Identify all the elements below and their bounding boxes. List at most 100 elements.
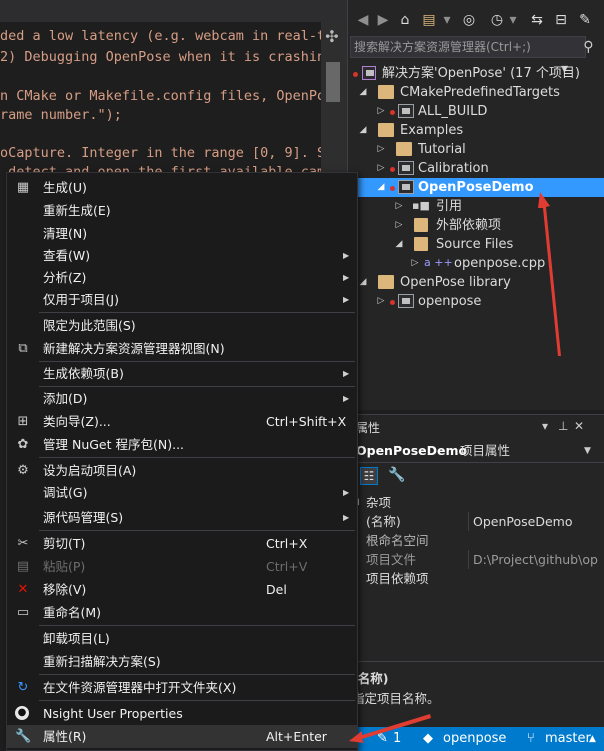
expand-icon[interactable]: ▷ [376, 159, 386, 178]
cpp-file-icon: a ++ [424, 256, 453, 269]
dropdown-icon[interactable]: ▾ [438, 10, 456, 30]
tree-item-cmakepredefinedtargets[interactable]: ◢ CMakePredefinedTargets [348, 83, 604, 102]
tree-item-examples[interactable]: ◢ Examples [348, 121, 604, 140]
menu-item-unload-project[interactable]: 卸载项目(L) [7, 627, 357, 650]
code-line: ded a low latency (e.g. webcam in real-t… [0, 28, 342, 44]
property-row[interactable]: (名称) OpenPoseDemo [348, 512, 604, 531]
tree-item-openpose-cpp[interactable]: ▷ a ++ openpose.cpp [348, 254, 604, 273]
menu-item-manage-nuget[interactable]: ✿ 管理 NuGet 程序包(N)... [7, 433, 357, 456]
tree-item-source-files[interactable]: ◢ Source Files [348, 235, 604, 254]
menu-item-new-explorer-view[interactable]: ⧉ 新建解决方案资源管理器视图(N) [7, 337, 357, 360]
collapse-icon[interactable]: ◢ [358, 83, 368, 102]
menu-item-scope-to-this[interactable]: 限定为此范围(S) [7, 314, 357, 337]
menu-separator [39, 457, 355, 458]
home-icon[interactable]: ⌂ [396, 10, 414, 30]
close-icon[interactable]: ✕ [574, 419, 584, 433]
project-icon [398, 180, 414, 194]
pin-icon[interactable]: ✎ [576, 10, 594, 30]
expand-icon[interactable]: ▷ [376, 292, 386, 311]
chevron-up-icon[interactable]: ▲ [589, 727, 596, 751]
sync-icon[interactable]: ⇆ [528, 10, 546, 30]
window-menu-icon[interactable]: ▾ [542, 419, 548, 433]
property-object-selector[interactable]: OpenPoseDemo 项目属性 ▼ [348, 439, 604, 463]
property-category[interactable]: ◢ 杂项 [348, 493, 604, 512]
chevron-down-icon[interactable]: ▼ [584, 439, 591, 463]
search-icon[interactable]: ⚲ ▾ [561, 36, 601, 77]
wrench-icon[interactable]: 🔧 [388, 467, 405, 483]
project-icon [398, 294, 414, 308]
tree-item-external-dependencies[interactable]: ▷ 外部依赖项 [348, 216, 604, 235]
collapse-icon[interactable]: ◢ [376, 178, 386, 197]
split-icon[interactable]: ✣ [322, 27, 342, 47]
menu-item-view[interactable]: 查看(W) ▶ [7, 244, 357, 267]
collapse-icon[interactable]: ◢ [394, 235, 404, 254]
expand-icon[interactable]: ▷ [376, 102, 386, 121]
switch-views-icon[interactable]: ▤ [420, 10, 438, 30]
search-input[interactable]: 搜索解决方案资源管理器(Ctrl+;) [350, 36, 586, 58]
open-folder-icon: ↻ [17, 680, 29, 695]
tree-item-openposedemo[interactable]: ◢ OpenPoseDemo [348, 178, 604, 197]
expand-icon[interactable]: ▷ [394, 197, 404, 216]
tree-item-all-build[interactable]: ▷ ALL_BUILD [348, 102, 604, 121]
menu-item-add[interactable]: 添加(D) ▶ [7, 387, 357, 410]
menu-item-build[interactable]: ▦ 生成(U) [7, 176, 357, 199]
solution-icon [362, 66, 376, 80]
menu-item-open-in-explorer[interactable]: ↻ 在文件资源管理器中打开文件夹(X) [7, 676, 357, 699]
collapse-all-icon[interactable]: ⊟ [552, 10, 570, 30]
vcs-status-icon [390, 186, 395, 191]
tree-item-solution[interactable]: 解决方案'OpenPose' (17 个项目) [348, 64, 604, 83]
tree-item-calibration[interactable]: ▷ Calibration [348, 159, 604, 178]
vcs-status-icon [390, 300, 395, 305]
vcs-status-icon [390, 167, 395, 172]
status-bar: ✎ 1 ◆ openpose ⑂ master ▲ [347, 727, 604, 751]
forward-icon[interactable]: ▶ [374, 10, 392, 30]
menu-item-source-control[interactable]: 源代码管理(S) ▶ [7, 506, 357, 529]
collapse-icon[interactable]: ◢ [358, 273, 368, 292]
wrench-icon: 🔧 [15, 729, 32, 744]
menu-item-paste[interactable]: ▤ 粘贴(P) Ctrl+V [7, 555, 357, 578]
menu-item-clean[interactable]: 清理(N) [7, 222, 357, 245]
editor-scroll-thumb[interactable] [326, 62, 340, 102]
menu-item-rename[interactable]: ▭ 重命名(M) [7, 601, 357, 624]
tree-item-tutorial[interactable]: ▷ Tutorial [348, 140, 604, 159]
expand-icon[interactable]: ▷ [376, 140, 386, 159]
menu-item-analyze[interactable]: 分析(Z) ▶ [7, 266, 357, 289]
menu-item-set-startup[interactable]: ⚙ 设为启动项目(A) [7, 459, 357, 482]
menu-item-remove[interactable]: ✕ 移除(V) Del [7, 578, 357, 601]
dropdown-icon[interactable]: ▾ [504, 10, 522, 30]
changes-icon[interactable]: ✎ [377, 727, 388, 751]
menu-item-project-only[interactable]: 仅用于项目(J) ▶ [7, 288, 357, 311]
folder-icon [378, 85, 394, 99]
property-row[interactable]: 项目依赖项 [348, 569, 604, 588]
expand-icon[interactable]: ▷ [410, 254, 420, 273]
back-icon[interactable]: ◀ [354, 10, 372, 30]
tree-item-openpose-library[interactable]: ◢ OpenPose library [348, 273, 604, 292]
tree-item-openpose[interactable]: ▷ openpose [348, 292, 604, 311]
expand-icon[interactable]: ▷ [394, 216, 404, 235]
menu-item-rebuild[interactable]: 重新生成(E) [7, 199, 357, 222]
pin-icon[interactable]: ⊥ [558, 419, 568, 433]
menu-item-nsight-properties[interactable]: ● Nsight User Properties [7, 702, 357, 725]
property-row[interactable]: 根命名空间 [348, 531, 604, 550]
submenu-arrow-icon: ▶ [343, 273, 350, 282]
code-line: oCapture. Integer in the range [0, 9]. S… [0, 145, 334, 161]
menu-item-debug[interactable]: 调试(G) ▶ [7, 481, 357, 504]
menu-item-build-dependencies[interactable]: 生成依赖项(B) ▶ [7, 362, 357, 385]
menu-item-rescan-solution[interactable]: 重新扫描解决方案(S) [7, 650, 357, 673]
code-line: rame number."); [0, 107, 122, 123]
menu-item-cut[interactable]: ✂ 剪切(T) Ctrl+X [7, 532, 357, 555]
globe-icon[interactable]: ◎ [460, 10, 478, 30]
repo-name[interactable]: openpose [443, 727, 506, 751]
tree-item-references[interactable]: ▷ ▪■ 引用 [348, 197, 604, 216]
categorized-icon[interactable]: ☷ [360, 467, 378, 485]
remove-icon: ✕ [17, 582, 29, 597]
menu-item-class-wizard[interactable]: ⊞ 类向导(Z)... Ctrl+Shift+X [7, 410, 357, 433]
menu-item-properties[interactable]: 🔧 属性(R) Alt+Enter [7, 725, 357, 748]
branch-name[interactable]: master [545, 727, 591, 751]
folder-icon [414, 237, 428, 251]
object-type: 项目属性 [460, 443, 511, 458]
property-row[interactable]: 项目文件 D:\Project\github\op [348, 550, 604, 569]
pending-changes-count[interactable]: 1 [393, 727, 401, 751]
collapse-icon[interactable]: ◢ [358, 121, 368, 140]
object-name: OpenPoseDemo [356, 443, 468, 458]
